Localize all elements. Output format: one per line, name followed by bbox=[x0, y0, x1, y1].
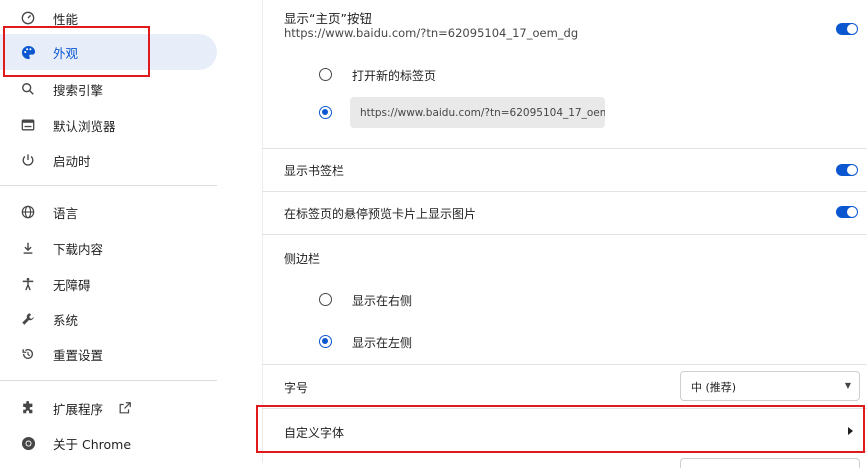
sidebar-item-label: 性能 bbox=[53, 11, 79, 27]
row-divider bbox=[262, 408, 867, 409]
custom-url-input[interactable]: https://www.baidu.com/?tn=62095104_17_oe… bbox=[350, 97, 605, 128]
sidebar-item-label: 关于 Chrome bbox=[53, 436, 132, 452]
home-button-toggle[interactable] bbox=[836, 23, 858, 35]
dropdown-arrow-icon: ▼ bbox=[844, 381, 851, 390]
puzzle-icon bbox=[17, 397, 39, 419]
sidebar-item-about-chrome[interactable]: 关于 Chrome bbox=[0, 425, 217, 461]
open-in-new-icon bbox=[118, 401, 132, 418]
wrench-icon bbox=[17, 308, 39, 330]
side-panel-label: 侧边栏 bbox=[284, 252, 321, 266]
font-size-value: 中 (推荐) bbox=[691, 381, 737, 394]
palette-icon bbox=[17, 41, 39, 63]
row-divider bbox=[262, 234, 867, 235]
home-button-label: 显示“主页”按钮 bbox=[284, 11, 372, 26]
sidebar-item-label: 重置设置 bbox=[53, 347, 104, 363]
row-divider bbox=[262, 148, 867, 149]
radio-new-tab-page[interactable] bbox=[319, 68, 332, 81]
sidebar-item-label: 语言 bbox=[53, 205, 79, 221]
font-size-select[interactable]: 中 (推荐) ▼ bbox=[680, 371, 860, 401]
sidebar-item-appearance[interactable]: 外观 bbox=[0, 34, 217, 70]
bookmarks-bar-toggle[interactable] bbox=[836, 164, 858, 176]
chrome-icon bbox=[17, 432, 39, 454]
radio-side-panel-left-label: 显示在左侧 bbox=[352, 336, 413, 350]
sidebar-item-label: 下载内容 bbox=[53, 241, 104, 257]
sidebar-item-accessibility[interactable]: 无障碍 bbox=[0, 266, 217, 302]
sidebar-divider bbox=[0, 185, 217, 186]
font-size-label: 字号 bbox=[284, 381, 309, 395]
radio-side-panel-right[interactable] bbox=[319, 293, 332, 306]
bookmarks-bar-label: 显示书签栏 bbox=[284, 164, 345, 178]
sidebar-item-label: 外观 bbox=[53, 45, 79, 61]
performance-icon bbox=[17, 7, 39, 29]
hover-preview-toggle[interactable] bbox=[836, 206, 858, 218]
accessibility-icon bbox=[17, 273, 39, 295]
home-button-url: https://www.baidu.com/?tn=62095104_17_oe… bbox=[284, 26, 579, 40]
sidebar-item-system[interactable]: 系统 bbox=[0, 301, 217, 337]
power-icon bbox=[17, 149, 39, 171]
sidebar-item-label: 启动时 bbox=[53, 153, 91, 169]
sidebar-item-on-startup[interactable]: 启动时 bbox=[0, 142, 217, 178]
sidebar-item-default-browser[interactable]: 默认浏览器 bbox=[0, 107, 217, 143]
reset-icon bbox=[17, 343, 39, 365]
sidebar-item-extensions[interactable]: 扩展程序 bbox=[0, 390, 217, 426]
sidebar-item-reset-settings[interactable]: 重置设置 bbox=[0, 336, 217, 372]
sidebar-item-label: 无障碍 bbox=[53, 277, 91, 293]
sidebar-item-performance[interactable]: 性能 bbox=[0, 0, 217, 36]
row-divider bbox=[262, 451, 867, 452]
sidebar-item-label: 系统 bbox=[53, 312, 79, 328]
settings-sidebar: 性能 外观 搜索引擎 默认浏览器 启动时 语言 下载内容 无障碍 系统 重置设置… bbox=[0, 0, 233, 463]
browser-icon bbox=[17, 114, 39, 136]
sidebar-item-languages[interactable]: 语言 bbox=[0, 194, 217, 230]
custom-fonts-label[interactable]: 自定义字体 bbox=[284, 424, 344, 441]
sidebar-item-downloads[interactable]: 下载内容 bbox=[0, 230, 217, 266]
hover-preview-label: 在标签页的悬停预览卡片上显示图片 bbox=[284, 207, 477, 221]
radio-new-tab-label: 打开新的标签页 bbox=[352, 69, 437, 83]
row-divider bbox=[262, 191, 867, 192]
radio-side-panel-right-label: 显示在右侧 bbox=[352, 294, 413, 308]
sidebar-item-label: 扩展程序 bbox=[53, 401, 104, 417]
sidebar-divider bbox=[0, 380, 217, 381]
partial-select[interactable] bbox=[680, 458, 860, 468]
radio-custom-url[interactable] bbox=[319, 106, 332, 119]
sidebar-item-label: 默认浏览器 bbox=[53, 118, 116, 134]
globe-icon bbox=[17, 201, 39, 223]
download-icon bbox=[17, 237, 39, 259]
sidebar-item-label: 搜索引擎 bbox=[53, 82, 104, 98]
row-divider bbox=[262, 364, 867, 365]
chevron-right-icon[interactable] bbox=[848, 427, 853, 435]
search-icon bbox=[17, 78, 39, 100]
sidebar-item-search-engine[interactable]: 搜索引擎 bbox=[0, 71, 217, 107]
radio-side-panel-left[interactable] bbox=[319, 335, 332, 348]
